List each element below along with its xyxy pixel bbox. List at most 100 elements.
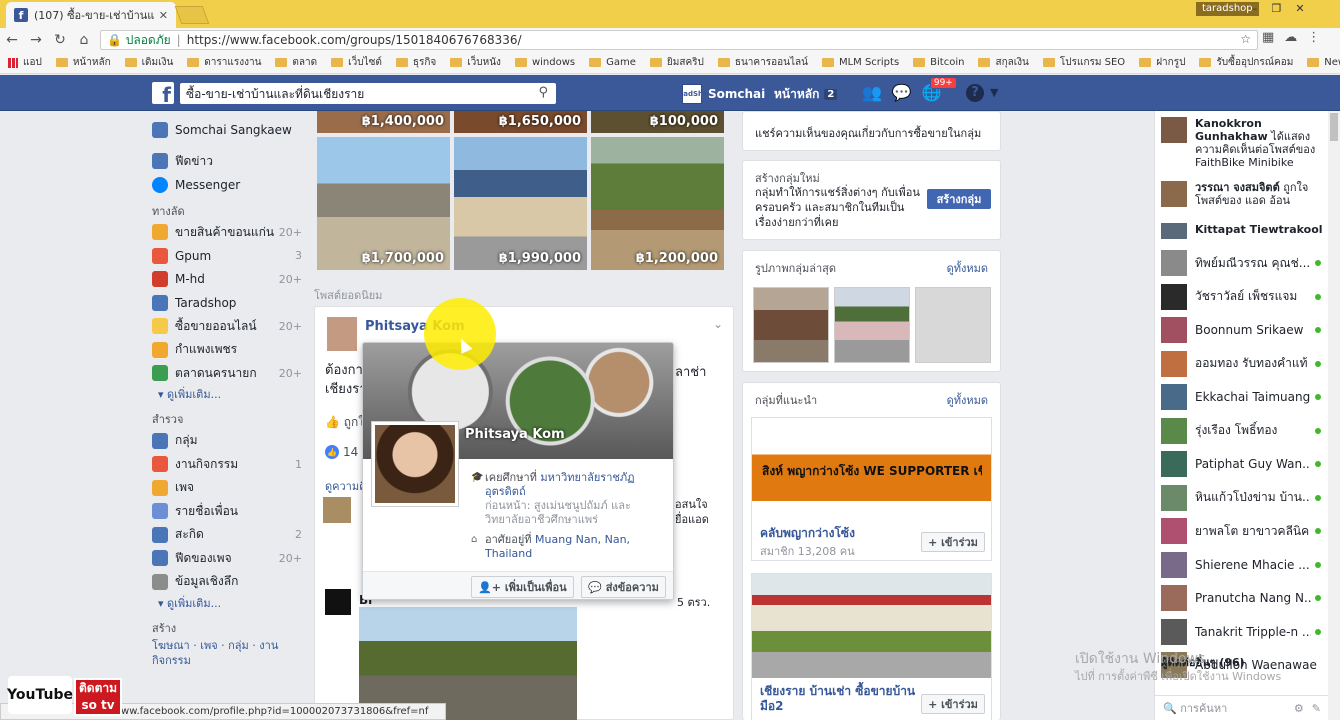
bookmark-item[interactable]: ฝากรูป: [1139, 55, 1185, 70]
reaction-summary[interactable]: 👍 14: [325, 445, 358, 459]
sidebar-item[interactable]: ขายสินค้าขอนแก่น 20+: [152, 221, 302, 245]
facebook-search-input[interactable]: ซื้อ-ขาย-เช่าบ้านและที่ดินเชียงราย ⚲: [180, 83, 556, 104]
join-group-button[interactable]: + เข้าร่วม: [921, 532, 985, 552]
tab-close-icon[interactable]: ✕: [159, 9, 168, 22]
bookmark-item[interactable]: โปรแกรม SEO: [1042, 55, 1125, 70]
profile-link[interactable]: Somchai Sangkaew: [152, 118, 302, 142]
page-scrollbar[interactable]: [1328, 111, 1340, 720]
restore-icon[interactable]: ❐: [1272, 2, 1282, 15]
sidebar-item[interactable]: ข้อมูลเชิงลึก: [152, 570, 302, 594]
chevron-down-icon[interactable]: ⌄: [713, 317, 723, 331]
see-all-photos-link[interactable]: ดูทั้งหมด: [947, 259, 988, 277]
chat-contact[interactable]: หินแก้วโป่งข่าม บ้าน...: [1161, 484, 1321, 512]
group-photo-thumbnail[interactable]: [915, 287, 991, 363]
bookmark-item[interactable]: แอป: [8, 55, 42, 70]
listing-photo[interactable]: ฿1,200,000: [591, 137, 724, 270]
avatar[interactable]: [325, 589, 351, 615]
bookmark-item[interactable]: เดิมเงิน: [124, 55, 173, 70]
ticker-item[interactable]: Kittapat Tiewtrakool: [1161, 223, 1323, 239]
listing-photo[interactable]: ฿1,700,000: [317, 137, 450, 270]
sidebar-item[interactable]: รายชื่อเพื่อน: [152, 500, 302, 524]
sidebar-item[interactable]: กำแพงเพชร: [152, 338, 302, 362]
gear-icon[interactable]: ⚙: [1294, 702, 1304, 715]
help-icon[interactable]: ?: [966, 84, 984, 102]
chat-contact[interactable]: Shierene Mhacie ...: [1161, 551, 1321, 579]
share-text[interactable]: แชร์ความเห็นของคุณเกี่ยวกับการซื้อขายในก…: [755, 124, 981, 142]
comment-thumbnail[interactable]: [323, 497, 351, 523]
profile-link[interactable]: TaradShop Somchai: [671, 84, 765, 104]
chat-contact[interactable]: วัชราวัลย์ เพ็ชรแจม: [1161, 283, 1321, 311]
ticker-item[interactable]: Kanokkron Gunhakhaw ได้แสดงความคิดเห็นต่…: [1161, 117, 1323, 169]
chat-contact[interactable]: Pranutcha Nang N...: [1161, 584, 1321, 612]
suggested-group-image[interactable]: สิงห์ พญากว่างโซ้ง WE SUPPORTER เชียงราย: [752, 418, 991, 522]
address-bar[interactable]: 🔒 ปลอดภัย | https://www.facebook.com/gro…: [100, 30, 1258, 50]
bookmark-item[interactable]: หน้าหลัก: [55, 55, 111, 70]
browser-tab-active[interactable]: f (107) ซื้อ-ขาย-เช่าบ้านและที่ ✕: [6, 2, 176, 28]
notifications-icon[interactable]: 🌐 99+: [922, 77, 957, 102]
see-more-shortcuts-link[interactable]: ▾ ดูเพิ่มเติม...: [152, 385, 302, 405]
listing-photo[interactable]: ฿1,400,000: [317, 111, 450, 133]
join-group-button[interactable]: + เข้าร่วม: [921, 694, 985, 714]
search-icon[interactable]: ⚲: [538, 85, 548, 100]
sidebar-item[interactable]: สะกิด 2: [152, 523, 302, 547]
sidebar-item[interactable]: งานกิจกรรม 1: [152, 453, 302, 477]
bookmark-item[interactable]: ธุรกิจ: [395, 55, 436, 70]
nav-news-feed[interactable]: ฟีดข่าว: [152, 150, 302, 174]
home-link[interactable]: หน้าหลัก 2: [774, 85, 838, 104]
group-photo-thumbnail[interactable]: [753, 287, 829, 363]
home-icon[interactable]: ⌂: [72, 32, 96, 48]
chat-contact[interactable]: ยาพลโต ยาขาวคลีนิค: [1161, 517, 1321, 545]
bookmark-item[interactable]: windows: [514, 57, 575, 68]
friend-requests-icon[interactable]: 👥: [862, 83, 882, 102]
sidebar-item[interactable]: เพจ: [152, 476, 302, 500]
create-links[interactable]: โฆษณา · เพจ · กลุ่ม · งาน กิจกรรม: [152, 638, 302, 668]
minimize-icon[interactable]: –: [1252, 2, 1258, 15]
back-icon[interactable]: ←: [0, 32, 24, 48]
reload-icon[interactable]: ↻: [48, 32, 72, 48]
see-all-groups-link[interactable]: ดูทั้งหมด: [947, 391, 988, 409]
bookmark-item[interactable]: เว็บหนัง: [450, 55, 501, 70]
facebook-logo-icon[interactable]: f: [152, 82, 174, 107]
suggested-group-image[interactable]: [752, 574, 991, 678]
chat-contact[interactable]: Tanakrit Tripple-n ...: [1161, 618, 1321, 646]
listing-photo[interactable]: ฿1,650,000: [454, 111, 587, 133]
scrollbar-thumb[interactable]: [1330, 113, 1338, 141]
bookmark-item[interactable]: ตลาด: [275, 55, 317, 70]
listing-photo[interactable]: ฿100,000: [591, 111, 724, 133]
message-button[interactable]: 💬 ส่งข้อความ: [581, 576, 666, 598]
like-button[interactable]: 👍 ถูกใ: [325, 413, 364, 432]
bookmark-star-icon[interactable]: ☆: [1240, 32, 1251, 46]
sidebar-item[interactable]: ตลาดนครนายก 20+: [152, 362, 302, 386]
bookmark-item[interactable]: Game: [589, 57, 636, 68]
new-message-icon[interactable]: ✎: [1312, 702, 1321, 715]
bookmark-item[interactable]: Bitcoin: [913, 57, 964, 68]
new-tab-button[interactable]: [174, 6, 210, 24]
sidebar-item[interactable]: ซื้อขายออนไลน์ 20+: [152, 315, 302, 339]
suggested-group-name[interactable]: เชียงราย บ้านเช่า ซื้อขายบ้านมือ2: [760, 684, 920, 714]
group-photo-thumbnail[interactable]: [834, 287, 910, 363]
chat-contact[interactable]: ทิพย์มณีวรรณ คุณช่...: [1161, 249, 1321, 277]
close-window-icon[interactable]: ✕: [1295, 2, 1304, 15]
extension-icon[interactable]: ▦: [1262, 30, 1274, 45]
sidebar-item[interactable]: Taradshop: [152, 291, 302, 315]
hovercard-avatar[interactable]: [371, 421, 459, 507]
chat-contact[interactable]: Boonnum Srikaew: [1161, 316, 1321, 344]
chat-search-input[interactable]: 🔍 การค้นหา ⚙ ✎: [1155, 695, 1329, 720]
ticker-item[interactable]: วรรณา จงสมจิตต์ ถูกใจโพสต์ของ แอด อ้อน: [1161, 181, 1323, 207]
messenger-icon[interactable]: 💬: [892, 83, 912, 102]
bookmark-item[interactable]: News PC: [1307, 57, 1340, 68]
bookmark-item[interactable]: รับซื้ออุปกรณ์คอม: [1199, 55, 1293, 70]
listing-photo[interactable]: ฿1,990,000: [454, 137, 587, 270]
create-group-button[interactable]: สร้างกลุ่ม: [927, 189, 991, 209]
sidebar-item[interactable]: Gpum 3: [152, 244, 302, 268]
suggested-group-name[interactable]: คลับพญากว่างโซ้ง: [760, 526, 855, 541]
sidebar-item[interactable]: ฟีดของเพจ 20+: [152, 547, 302, 571]
nav-messenger[interactable]: Messenger: [152, 173, 302, 197]
hovercard-name[interactable]: Phitsaya Kom: [465, 427, 565, 442]
chat-contact[interactable]: Ekkachai Taimuang: [1161, 383, 1321, 411]
sidebar-item[interactable]: กลุ่ม: [152, 429, 302, 453]
window-profile-label[interactable]: taradshop: [1196, 2, 1259, 16]
forward-icon[interactable]: →: [24, 32, 48, 48]
bookmark-item[interactable]: สกุลเงิน: [978, 55, 1029, 70]
bookmark-item[interactable]: ยิมสคริป: [649, 55, 704, 70]
